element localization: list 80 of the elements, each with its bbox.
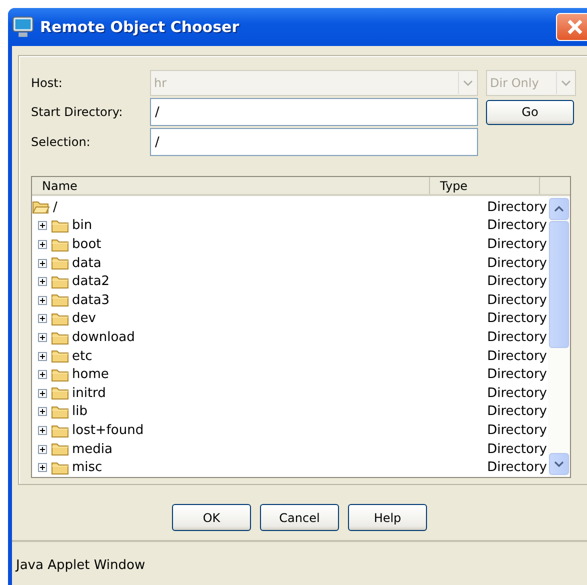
expand-toggle[interactable] bbox=[38, 463, 47, 472]
monitor-icon bbox=[12, 16, 34, 38]
type-cell: Directory bbox=[487, 348, 548, 364]
type-cell: Directory bbox=[487, 330, 548, 346]
type-cell: Directory bbox=[487, 292, 548, 308]
type-cell: Directory bbox=[487, 442, 548, 457]
type-cell: Directory bbox=[487, 237, 548, 252]
caret-icon bbox=[561, 80, 571, 86]
type-cell: Directory bbox=[487, 460, 548, 476]
type-cell: Directory bbox=[487, 386, 548, 401]
tree-item[interactable]: etc bbox=[72, 348, 92, 364]
ok-button[interactable]: OK bbox=[172, 504, 251, 531]
tree-item[interactable]: misc bbox=[72, 460, 102, 476]
scroll-up-button[interactable] bbox=[549, 198, 569, 220]
tree-item[interactable]: lost+found bbox=[72, 423, 144, 438]
tree-item[interactable]: data2 bbox=[72, 274, 110, 290]
type-cell: Directory bbox=[487, 423, 548, 438]
start-directory-field[interactable]: / bbox=[150, 98, 478, 126]
caret-icon bbox=[463, 80, 473, 86]
tree-item[interactable]: data3 bbox=[72, 292, 110, 308]
tree-item[interactable]: home bbox=[72, 367, 109, 382]
expand-toggle[interactable] bbox=[38, 352, 47, 361]
folder-icon bbox=[51, 274, 69, 289]
tree-item[interactable]: dev bbox=[72, 311, 96, 326]
cancel-button[interactable]: Cancel bbox=[260, 504, 339, 531]
expand-toggle[interactable] bbox=[38, 296, 47, 305]
tree-item[interactable]: download bbox=[72, 330, 135, 346]
folder-icon bbox=[51, 293, 69, 308]
expand-toggle[interactable] bbox=[38, 388, 47, 398]
vertical-scrollbar[interactable] bbox=[548, 196, 570, 477]
type-cell: Directory bbox=[487, 274, 548, 290]
selection-label: Selection: bbox=[31, 135, 92, 149]
help-button[interactable]: Help bbox=[348, 504, 427, 531]
folder-icon bbox=[51, 218, 69, 233]
expand-toggle[interactable] bbox=[38, 407, 47, 416]
folder-icon bbox=[51, 238, 69, 252]
tree-item[interactable]: / bbox=[53, 200, 58, 215]
close-button[interactable] bbox=[556, 13, 587, 41]
tree-item[interactable]: initrd bbox=[72, 386, 106, 401]
expand-toggle[interactable] bbox=[38, 370, 47, 380]
folder-icon bbox=[51, 256, 69, 270]
type-cell: Directory bbox=[487, 200, 548, 215]
tree-item[interactable]: boot bbox=[72, 237, 102, 252]
folder-icon bbox=[51, 386, 69, 400]
column-header[interactable]: Type bbox=[430, 177, 540, 194]
tree-item[interactable]: lib bbox=[72, 404, 88, 420]
expand-toggle[interactable] bbox=[38, 314, 47, 324]
type-cell: Directory bbox=[487, 218, 548, 234]
window-title: Remote Object Chooser bbox=[40, 18, 240, 36]
expand-toggle[interactable] bbox=[38, 221, 47, 230]
tree-item[interactable]: bin bbox=[72, 218, 92, 234]
expand-toggle[interactable] bbox=[38, 258, 47, 268]
folder-icon bbox=[51, 442, 69, 456]
folder-icon bbox=[51, 368, 69, 382]
folder-icon bbox=[51, 330, 69, 345]
expand-toggle[interactable] bbox=[38, 277, 47, 286]
expand-toggle[interactable] bbox=[38, 426, 47, 436]
status-text: Java Applet Window bbox=[16, 558, 146, 573]
folder-icon bbox=[51, 312, 69, 326]
host-label: Host: bbox=[31, 76, 64, 90]
tree-item[interactable]: data bbox=[72, 256, 102, 271]
scroll-thumb[interactable] bbox=[549, 221, 569, 348]
scroll-down-button[interactable] bbox=[549, 453, 569, 475]
expand-toggle[interactable] bbox=[38, 333, 47, 342]
start-directory-label: Start Directory: bbox=[31, 105, 124, 119]
go-button[interactable]: Go bbox=[486, 100, 574, 124]
folder-icon bbox=[51, 404, 69, 419]
selection-field[interactable]: / bbox=[150, 128, 478, 156]
type-cell: Directory bbox=[487, 256, 548, 271]
tree-item[interactable]: media bbox=[72, 442, 112, 457]
type-cell: Directory bbox=[487, 367, 548, 382]
type-cell: Directory bbox=[487, 311, 548, 326]
expand-toggle[interactable] bbox=[38, 444, 47, 454]
folder-icon bbox=[51, 460, 69, 475]
type-cell: Directory bbox=[487, 404, 548, 420]
expand-toggle[interactable] bbox=[38, 240, 47, 250]
column-header[interactable]: Name bbox=[32, 177, 430, 194]
folder-icon bbox=[51, 424, 69, 438]
close-icon bbox=[565, 17, 585, 37]
folder-icon bbox=[51, 349, 69, 364]
